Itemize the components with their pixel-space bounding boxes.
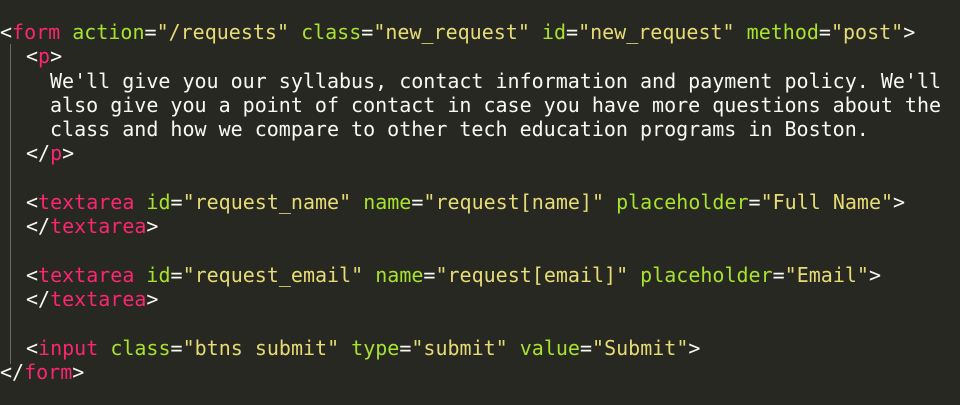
tag-textarea: textarea [50, 287, 147, 312]
code-line-p-close: </p> [26, 141, 75, 166]
attr-value: "submit" [411, 335, 508, 360]
tag-form: form [24, 360, 73, 385]
tag-p: p [50, 141, 63, 166]
tag-textarea: textarea [50, 214, 147, 239]
code-line-textarea-close: </textarea> [26, 287, 159, 312]
attr-name: value [519, 335, 580, 360]
attr-name: id [146, 190, 171, 215]
paragraph-text-line: class and how we compare to other tech e… [50, 117, 869, 142]
attr-name: placeholder [640, 262, 773, 287]
code-line-form-close: </form> [0, 360, 85, 385]
tag-textarea: textarea [38, 190, 135, 215]
code-line-form-open: <form action="/requests" class="new_requ… [0, 20, 916, 44]
paragraph-text-line: We'll give you our syllabus, contact inf… [50, 68, 942, 93]
attr-value: "btns submit" [182, 335, 340, 360]
attr-value: "request_email" [182, 262, 364, 287]
attr-value: "post" [830, 20, 904, 44]
attr-value: "Email" [784, 262, 869, 287]
attr-value: "request_name" [182, 190, 352, 215]
code-line-textarea-name: <textarea id="request_name" name="reques… [26, 190, 906, 215]
paragraph-text-line: also give you a point of contact in case… [50, 92, 942, 117]
tag-input: input [38, 335, 99, 360]
attr-value: "Full Name" [760, 190, 894, 215]
attr-value: "request[name]" [423, 190, 605, 215]
attr-value: "Submit" [592, 335, 689, 360]
attr-name: method [746, 20, 819, 44]
attr-name: name [363, 190, 412, 215]
attr-name: id [146, 262, 171, 287]
attr-name: type [351, 335, 400, 360]
tag-textarea: textarea [38, 262, 135, 287]
attr-name: id [541, 20, 567, 44]
tag-p: p [38, 44, 51, 69]
code-line-textarea-email: <textarea id="request_email" name="reque… [26, 262, 881, 287]
attr-name: action [72, 20, 145, 44]
code-line-input-submit: <input class="btns submit" type="submit"… [26, 335, 701, 360]
code-line-textarea-close: </textarea> [26, 214, 159, 239]
attr-name: class [110, 335, 171, 360]
attr-value: "request[email]" [435, 262, 629, 287]
attr-name: placeholder [616, 190, 749, 215]
attr-value: "/requests" [156, 20, 290, 44]
tag-form: form [12, 20, 61, 44]
code-editor[interactable]: <form action="/requests" class="new_requ… [0, 0, 960, 405]
attr-value: "new_request" [578, 20, 735, 44]
attr-name: name [375, 262, 424, 287]
code-line-p-open: <p> [26, 44, 63, 69]
attr-name: class [301, 20, 362, 44]
attr-value: "new_request" [373, 20, 530, 44]
